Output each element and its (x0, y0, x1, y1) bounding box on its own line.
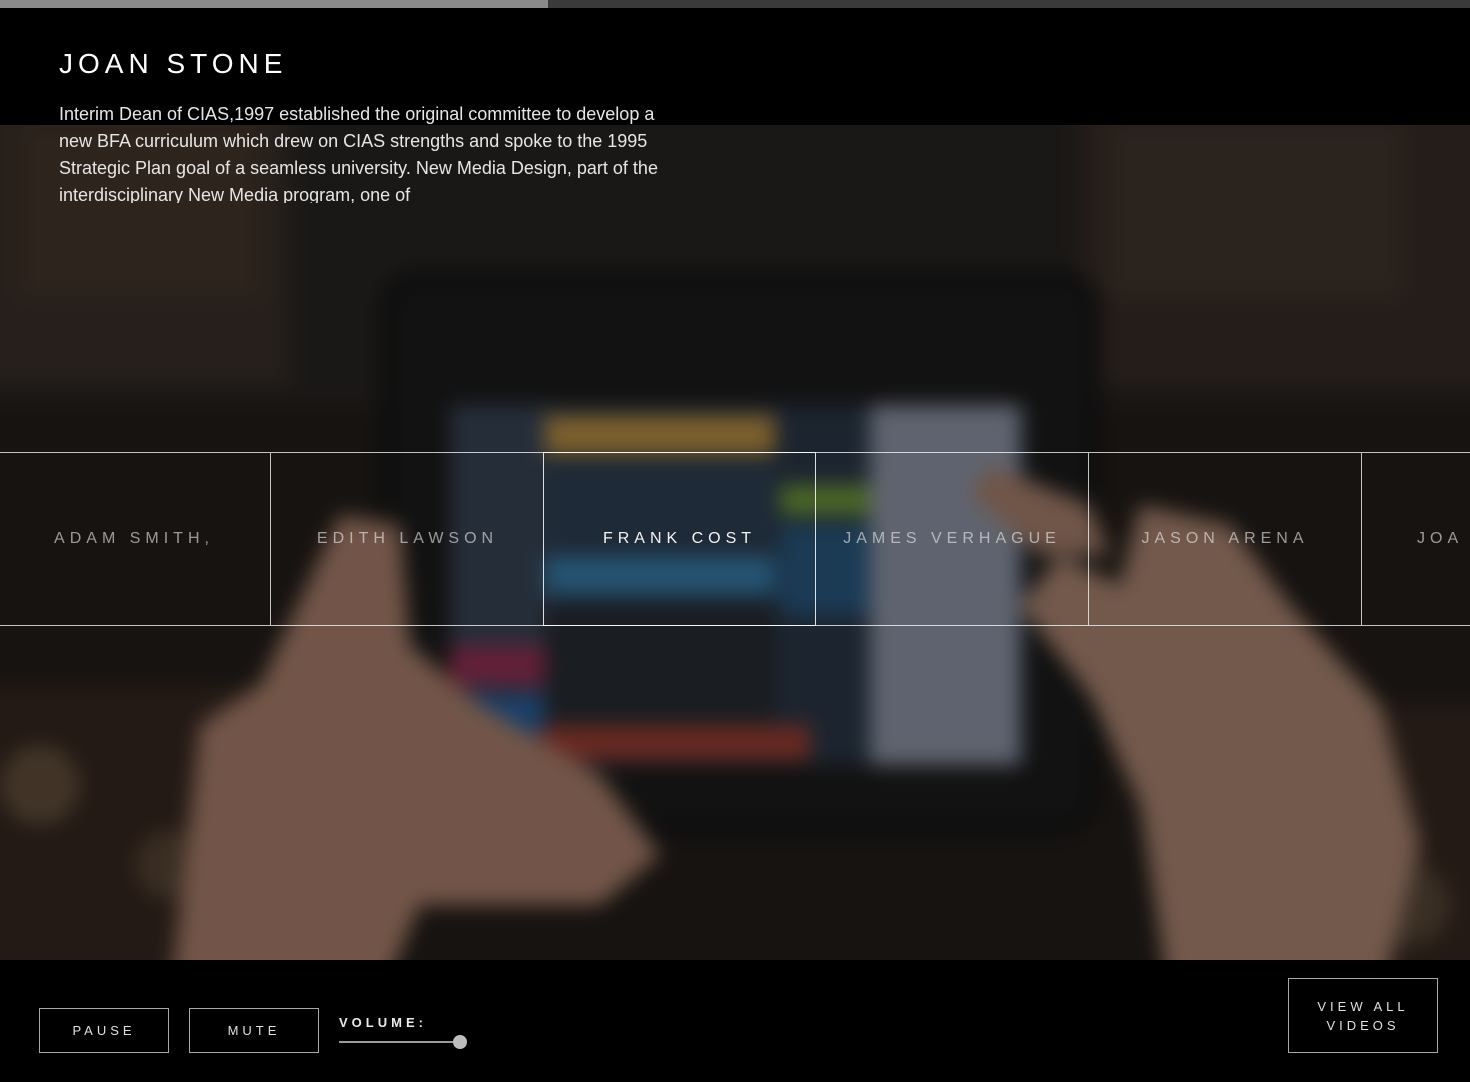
mute-button[interactable]: MUTE (189, 1008, 319, 1053)
view-all-line-2: VIDEOS (1326, 1017, 1400, 1033)
volume-slider-track[interactable] (339, 1041, 461, 1043)
pause-button[interactable]: PAUSE (39, 1008, 169, 1053)
name-tile-james-verhague[interactable]: JAMES VERHAGUE (816, 453, 1089, 625)
progress-fill (0, 0, 549, 8)
volume-label: VOLUME: (339, 1015, 427, 1030)
name-tile-joan[interactable]: JOA (1362, 453, 1470, 625)
volume-slider-handle[interactable] (452, 1035, 467, 1049)
player-controls: PAUSE MUTE VOLUME: VIEW ALL VIDEOS (0, 960, 1470, 1082)
view-all-videos-button[interactable]: VIEW ALL VIDEOS (1288, 978, 1438, 1053)
person-bio: Interim Dean of CIAS,1997 established th… (59, 104, 658, 203)
name-tile-edith-lawson[interactable]: EDITH LAWSON (271, 453, 544, 625)
name-tile-jason-arena[interactable]: JASON ARENA (1089, 453, 1362, 625)
view-all-line-1: VIEW ALL (1317, 998, 1409, 1014)
progress-bar[interactable] (0, 0, 1470, 8)
name-tile-frank-cost[interactable]: FRANK COST (543, 452, 816, 626)
name-strip: ADAM SMITH, EDITH LAWSON FRANK COST JAME… (0, 452, 1470, 626)
name-tile-adam-smith[interactable]: ADAM SMITH, (0, 453, 271, 625)
video-player: JOAN STONE Interim Dean of CIAS,1997 est… (0, 0, 1470, 1082)
person-name: JOAN STONE (59, 48, 288, 79)
